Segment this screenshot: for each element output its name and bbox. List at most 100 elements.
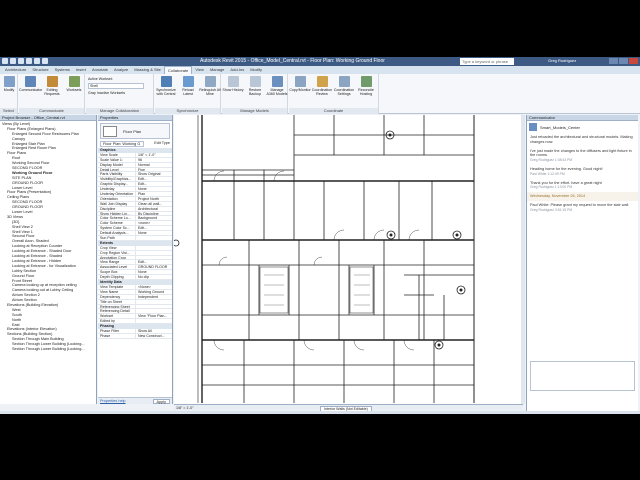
drawing-canvas[interactable]: [174, 115, 523, 404]
property-value[interactable]: By Discipline: [136, 212, 172, 216]
relinquish-button[interactable]: Relinquish All Mine: [199, 76, 221, 96]
manage-collaboration-group-title: Manage Collaboration: [86, 108, 153, 114]
view-scale[interactable]: 1/8" = 1'-0": [176, 406, 194, 410]
property-value[interactable]: [136, 305, 172, 309]
modify-button[interactable]: Modify: [0, 76, 20, 92]
property-value[interactable]: <none>: [136, 221, 172, 225]
properties-help-link[interactable]: Properties help: [100, 398, 126, 404]
user-name[interactable]: Greg Rodriguez: [548, 58, 576, 63]
tab-manage[interactable]: Manage: [207, 66, 227, 74]
property-value[interactable]: Working Ground: [136, 290, 172, 294]
property-value[interactable]: Independent: [136, 295, 172, 299]
message-meta: Greg Rodriguez 1:13:00 PM: [530, 185, 573, 190]
tab-analyze[interactable]: Analyze: [111, 66, 131, 74]
tab-insert[interactable]: Insert: [73, 66, 89, 74]
property-value[interactable]: Plan: [136, 192, 172, 196]
property-value[interactable]: Clean all wall...: [136, 202, 172, 206]
settings-icon: [338, 76, 350, 87]
edit-type-button[interactable]: Edit Type: [154, 141, 170, 147]
property-name: View Range: [98, 260, 136, 265]
manage-a360-button[interactable]: Manage A360 Models: [266, 76, 288, 96]
tab-add-ins[interactable]: Add-Ins: [227, 66, 247, 74]
property-value[interactable]: None: [136, 270, 172, 274]
show-history-button[interactable]: Show History: [222, 76, 244, 92]
property-value[interactable]: Edit...: [136, 260, 172, 264]
tab-collaborate[interactable]: Collaborate: [163, 66, 193, 74]
communicator-icon: [24, 76, 36, 87]
browser-item[interactable]: Section Through Lower Building (Looking.…: [0, 347, 96, 352]
coordination-review-button[interactable]: Coordination Review: [311, 76, 333, 96]
active-workset-select[interactable]: Shell: [88, 83, 144, 89]
tab-structure[interactable]: Structure: [29, 66, 51, 74]
tab-view[interactable]: View: [192, 66, 207, 74]
tab-annotate[interactable]: Annotate: [89, 66, 111, 74]
property-name: Sun Path: [98, 236, 136, 240]
restore-backup-button[interactable]: Restore Backup: [244, 76, 266, 96]
message-item: Wednesday, November 26, 2014: [527, 192, 638, 201]
undo-icon[interactable]: [26, 58, 32, 64]
property-value[interactable]: Background: [136, 216, 172, 220]
property-value[interactable]: [136, 251, 172, 255]
reconcile-hosting-button[interactable]: Reconcile Hosting: [355, 76, 377, 96]
message-input[interactable]: [530, 361, 635, 391]
open-icon[interactable]: [10, 58, 16, 64]
tab-architecture[interactable]: Architecture: [2, 66, 29, 74]
property-value[interactable]: Show Original: [136, 172, 172, 176]
property-value[interactable]: Project North: [136, 197, 172, 201]
property-value[interactable]: Fine: [136, 168, 172, 172]
tab-systems[interactable]: Systems: [52, 66, 73, 74]
coordination-settings-button[interactable]: Coordination Settings: [333, 76, 355, 96]
property-name: Wall Join Display: [98, 201, 136, 206]
property-value[interactable]: 96: [136, 158, 172, 162]
tab-massing-site[interactable]: Massing & Site: [131, 66, 164, 74]
property-value[interactable]: [136, 300, 172, 304]
property-name: Discipline: [98, 206, 136, 211]
property-value[interactable]: [136, 309, 172, 313]
close-button[interactable]: [629, 58, 638, 64]
communicator-button[interactable]: Communicator: [19, 76, 42, 92]
property-value[interactable]: No clip: [136, 275, 172, 279]
property-value[interactable]: New Construct...: [136, 334, 172, 338]
property-value[interactable]: [136, 319, 172, 323]
type-selector[interactable]: Floor Plan: [100, 123, 170, 139]
group-name[interactable]: Smart_Models_Center: [540, 125, 580, 130]
property-value[interactable]: None: [136, 231, 172, 235]
reload-latest-button[interactable]: Reload Latest: [177, 76, 199, 96]
property-value[interactable]: Edit...: [136, 226, 172, 230]
property-value[interactable]: Architectural: [136, 207, 172, 211]
select-group-title[interactable]: Select: [0, 108, 17, 114]
property-value[interactable]: None: [136, 187, 172, 191]
property-value[interactable]: Edit...: [136, 182, 172, 186]
property-value[interactable]: [136, 236, 172, 240]
property-value[interactable]: Edit...: [136, 177, 172, 181]
instance-selector[interactable]: Floor Plan: Working G: [100, 141, 144, 147]
worksets-button[interactable]: Worksets: [63, 76, 85, 92]
property-value[interactable]: View "Floor Plan...: [136, 314, 172, 318]
gray-inactive-worksets-toggle[interactable]: Gray Inactive Worksets: [88, 91, 125, 95]
copy-monitor-button[interactable]: Copy/Monitor: [289, 76, 311, 92]
property-value[interactable]: Normal: [136, 163, 172, 167]
property-value[interactable]: 1/8" = 1'-0": [136, 153, 172, 157]
worksets-icon: [68, 76, 80, 87]
save-icon[interactable]: [18, 58, 24, 64]
message-item: Paul White: Please grant my request to m…: [527, 201, 638, 215]
property-name: Crop Region Visi...: [98, 250, 136, 255]
property-name: Title on Sheet: [98, 299, 136, 304]
property-value[interactable]: <None>: [136, 285, 172, 289]
property-value[interactable]: [136, 256, 172, 260]
minimize-button[interactable]: [609, 58, 618, 64]
property-value[interactable]: Show All: [136, 329, 172, 333]
editing-requests-button[interactable]: Editing Requests: [41, 76, 63, 96]
search-input[interactable]: Type a keyword or phrase: [460, 58, 514, 65]
synchronize-button[interactable]: Synchronize with Central: [155, 76, 177, 96]
property-value[interactable]: [136, 246, 172, 250]
redo-icon[interactable]: [34, 58, 40, 64]
apply-button[interactable]: Apply: [152, 399, 170, 404]
property-value[interactable]: GROUND FLOOR: [136, 265, 172, 269]
tab-modify[interactable]: Modify: [247, 66, 265, 74]
maximize-button[interactable]: [619, 58, 628, 64]
copy-monitor-icon: [294, 76, 306, 87]
app-menu-icon[interactable]: [2, 58, 8, 64]
canvas-vertical-scrollbar[interactable]: [521, 115, 525, 404]
print-icon[interactable]: [42, 58, 48, 64]
